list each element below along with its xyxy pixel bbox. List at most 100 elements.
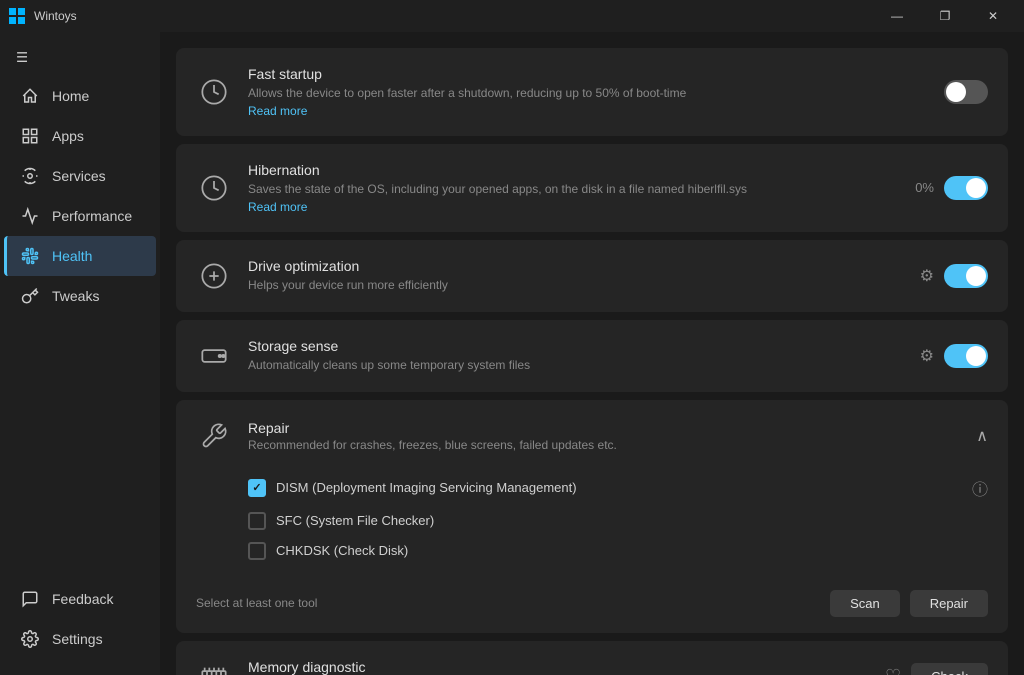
memory-right: ♡ Check	[885, 663, 988, 675]
sidebar-item-tweaks[interactable]: Tweaks	[4, 276, 156, 316]
repair-hint: Select at least one tool	[196, 596, 820, 610]
repair-collapse-icon[interactable]: ∧	[976, 426, 988, 446]
drive-optimization-thumb	[966, 266, 986, 286]
repair-desc: Recommended for crashes, freezes, blue s…	[248, 438, 617, 452]
titlebar-left: Wintoys	[8, 7, 77, 25]
drive-optimization-title: Drive optimization	[248, 258, 904, 274]
hibernation-title: Hibernation	[248, 162, 899, 178]
dism-info-icon[interactable]: ⓘ	[972, 476, 988, 500]
memory-diagnostic-card: Memory diagnostic Check your device for …	[176, 641, 1008, 675]
health-icon	[20, 246, 40, 266]
drive-optimization-right: ⚙	[920, 264, 988, 288]
hibernation-track[interactable]	[944, 176, 988, 200]
close-button[interactable]: ✕	[970, 0, 1016, 32]
storage-settings-icon[interactable]: ⚙	[920, 346, 934, 366]
repair-title: Repair	[248, 420, 617, 436]
fast-startup-content: Fast startup Allows the device to open f…	[248, 66, 928, 118]
scan-button[interactable]: Scan	[830, 590, 900, 617]
fast-startup-toggle-area	[944, 80, 988, 104]
repair-body: DISM (Deployment Imaging Servicing Manag…	[176, 466, 1008, 582]
storage-sense-content: Storage sense Automatically cleans up so…	[248, 338, 904, 374]
storage-sense-track[interactable]	[944, 344, 988, 368]
sidebar-item-performance-label: Performance	[52, 208, 132, 224]
performance-icon	[20, 206, 40, 226]
fast-startup-link[interactable]: Read more	[248, 104, 928, 118]
drive-optimization-content: Drive optimization Helps your device run…	[248, 258, 904, 294]
storage-sense-icon	[196, 338, 232, 374]
sidebar-item-settings[interactable]: Settings	[4, 619, 156, 659]
sidebar-item-home-label: Home	[52, 88, 89, 104]
fast-startup-toggle[interactable]	[944, 80, 988, 104]
sidebar-bottom: Feedback Settings	[0, 579, 160, 667]
drive-optimization-icon	[196, 258, 232, 294]
sidebar-item-feedback[interactable]: Feedback	[4, 579, 156, 619]
sidebar-item-tweaks-label: Tweaks	[52, 288, 99, 304]
drive-optimization-card: Drive optimization Helps your device run…	[176, 240, 1008, 312]
sidebar-item-services-label: Services	[52, 168, 106, 184]
drive-optimization-toggle[interactable]	[944, 264, 988, 288]
sfc-checkbox[interactable]	[248, 512, 266, 530]
titlebar-controls: — ❐ ✕	[874, 0, 1016, 32]
hamburger-icon: ☰	[16, 50, 28, 66]
titlebar: Wintoys — ❐ ✕	[0, 0, 1024, 32]
hibernation-toggle-area: 0%	[915, 176, 988, 200]
chkdsk-checkbox[interactable]	[248, 542, 266, 560]
memory-title: Memory diagnostic	[248, 659, 869, 675]
storage-sense-right: ⚙	[920, 344, 988, 368]
minimize-button[interactable]: —	[874, 0, 920, 32]
storage-sense-desc: Automatically cleans up some temporary s…	[248, 357, 904, 374]
sidebar-item-feedback-label: Feedback	[52, 591, 113, 607]
dism-checkbox[interactable]	[248, 479, 266, 497]
sidebar-item-performance[interactable]: Performance	[4, 196, 156, 236]
sidebar-item-services[interactable]: Services	[4, 156, 156, 196]
drive-optimization-track[interactable]	[944, 264, 988, 288]
storage-sense-toggle[interactable]	[944, 344, 988, 368]
fast-startup-icon	[196, 74, 232, 110]
apps-icon	[20, 126, 40, 146]
chkdsk-label: CHKDSK (Check Disk)	[276, 543, 408, 558]
sidebar-item-health-label: Health	[52, 248, 92, 264]
menu-button[interactable]: ☰	[0, 40, 160, 76]
storage-sense-card: Storage sense Automatically cleans up so…	[176, 320, 1008, 392]
drive-settings-icon[interactable]: ⚙	[920, 266, 934, 286]
restore-button[interactable]: ❐	[922, 0, 968, 32]
drive-optimization-desc: Helps your device run more efficiently	[248, 277, 904, 294]
dism-item: DISM (Deployment Imaging Servicing Manag…	[248, 470, 988, 506]
hibernation-link[interactable]: Read more	[248, 200, 899, 214]
fast-startup-desc: Allows the device to open faster after a…	[248, 85, 928, 102]
sidebar-item-apps-label: Apps	[52, 128, 84, 144]
repair-button[interactable]: Repair	[910, 590, 988, 617]
app-logo	[8, 7, 26, 25]
hibernation-thumb	[966, 178, 986, 198]
hibernation-card: Hibernation Saves the state of the OS, i…	[176, 144, 1008, 232]
hibernation-toggle[interactable]	[944, 176, 988, 200]
hibernation-icon	[196, 170, 232, 206]
content-area: Fast startup Allows the device to open f…	[160, 32, 1024, 675]
repair-footer: Select at least one tool Scan Repair	[176, 582, 1008, 633]
chkdsk-item: CHKDSK (Check Disk)	[248, 536, 988, 566]
sidebar: ☰ Home Apps	[0, 32, 160, 675]
app-body: ☰ Home Apps	[0, 32, 1024, 675]
fast-startup-track[interactable]	[944, 80, 988, 104]
repair-header: Repair Recommended for crashes, freezes,…	[176, 400, 1008, 466]
memory-content: Memory diagnostic Check your device for …	[248, 659, 869, 675]
sidebar-item-health[interactable]: Health	[4, 236, 156, 276]
repair-card: Repair Recommended for crashes, freezes,…	[176, 400, 1008, 633]
repair-text: Repair Recommended for crashes, freezes,…	[248, 420, 617, 452]
dism-label: DISM (Deployment Imaging Servicing Manag…	[276, 480, 577, 495]
fast-startup-thumb	[946, 82, 966, 102]
home-icon	[20, 86, 40, 106]
tweaks-icon	[20, 286, 40, 306]
hibernation-percentage: 0%	[915, 180, 934, 195]
app-title: Wintoys	[34, 9, 77, 23]
settings-icon	[20, 629, 40, 649]
sidebar-item-apps[interactable]: Apps	[4, 116, 156, 156]
fast-startup-card: Fast startup Allows the device to open f…	[176, 48, 1008, 136]
sidebar-item-home[interactable]: Home	[4, 76, 156, 116]
services-icon	[20, 166, 40, 186]
storage-sense-thumb	[966, 346, 986, 366]
heart-icon[interactable]: ♡	[885, 666, 901, 675]
storage-sense-title: Storage sense	[248, 338, 904, 354]
hibernation-content: Hibernation Saves the state of the OS, i…	[248, 162, 899, 214]
check-button[interactable]: Check	[911, 663, 988, 675]
